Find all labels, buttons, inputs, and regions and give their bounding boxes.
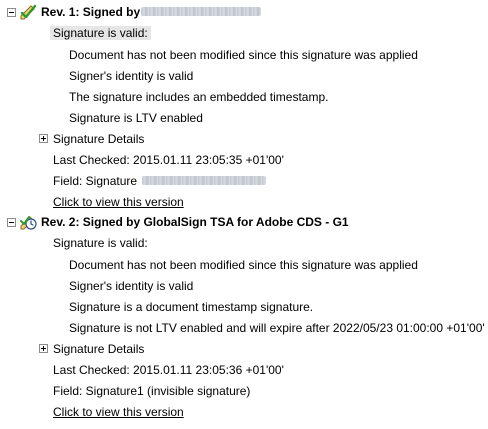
rev1-status-label: Signature is valid:	[50, 26, 151, 40]
rev1-title: Rev. 1: Signed by	[41, 5, 141, 19]
rev1-last-checked: Last Checked: 2015.01.11 23:05:35 +01'00…	[53, 153, 284, 167]
rev1-status[interactable]: Signature is valid:	[50, 24, 151, 42]
list-item: Document has not been modified since thi…	[69, 48, 418, 62]
rev1-details-label: Signature Details	[53, 132, 145, 146]
signatures-panel: Rev. 1: Signed by Signature is valid: Do…	[0, 0, 488, 429]
rev1-field-label: Field: Signature	[53, 174, 138, 188]
list-item: Signature is not LTV enabled and will ex…	[69, 321, 485, 335]
list-item: Signature is LTV enabled	[69, 111, 203, 125]
list-item: Signer's identity is valid	[69, 69, 194, 83]
rev2-title: Rev. 2: Signed by GlobalSign TSA for Ado…	[41, 215, 349, 229]
rev2-view-link[interactable]: Click to view this version	[53, 403, 184, 421]
expand-icon[interactable]	[39, 134, 48, 143]
list-item: Signature is a document timestamp signat…	[69, 300, 314, 314]
expand-icon[interactable]	[39, 344, 48, 353]
list-item: Signer's identity is valid	[69, 279, 194, 293]
signature-valid-check-icon	[19, 3, 37, 21]
redacted-signer-name	[141, 7, 261, 16]
rev2-view-link-text[interactable]: Click to view this version	[53, 405, 184, 419]
redacted-field-name	[142, 176, 267, 186]
rev1-field: Field: Signature	[53, 172, 267, 190]
rev2-status[interactable]: Signature is valid:	[53, 234, 148, 252]
rev2-last-checked: Last Checked: 2015.01.11 23:05:36 +01'00…	[53, 363, 284, 377]
timestamp-signature-icon	[19, 213, 37, 231]
list-item: Document has not been modified since thi…	[69, 258, 418, 272]
collapse-icon[interactable]	[7, 8, 16, 17]
collapse-icon[interactable]	[7, 218, 16, 227]
rev1-view-link-text[interactable]: Click to view this version	[53, 195, 184, 209]
rev1-view-link[interactable]: Click to view this version	[53, 193, 184, 211]
rev2-details-label: Signature Details	[53, 342, 145, 356]
rev2-field: Field: Signature1 (invisible signature)	[53, 384, 251, 398]
list-item: The signature includes an embedded times…	[69, 90, 329, 104]
